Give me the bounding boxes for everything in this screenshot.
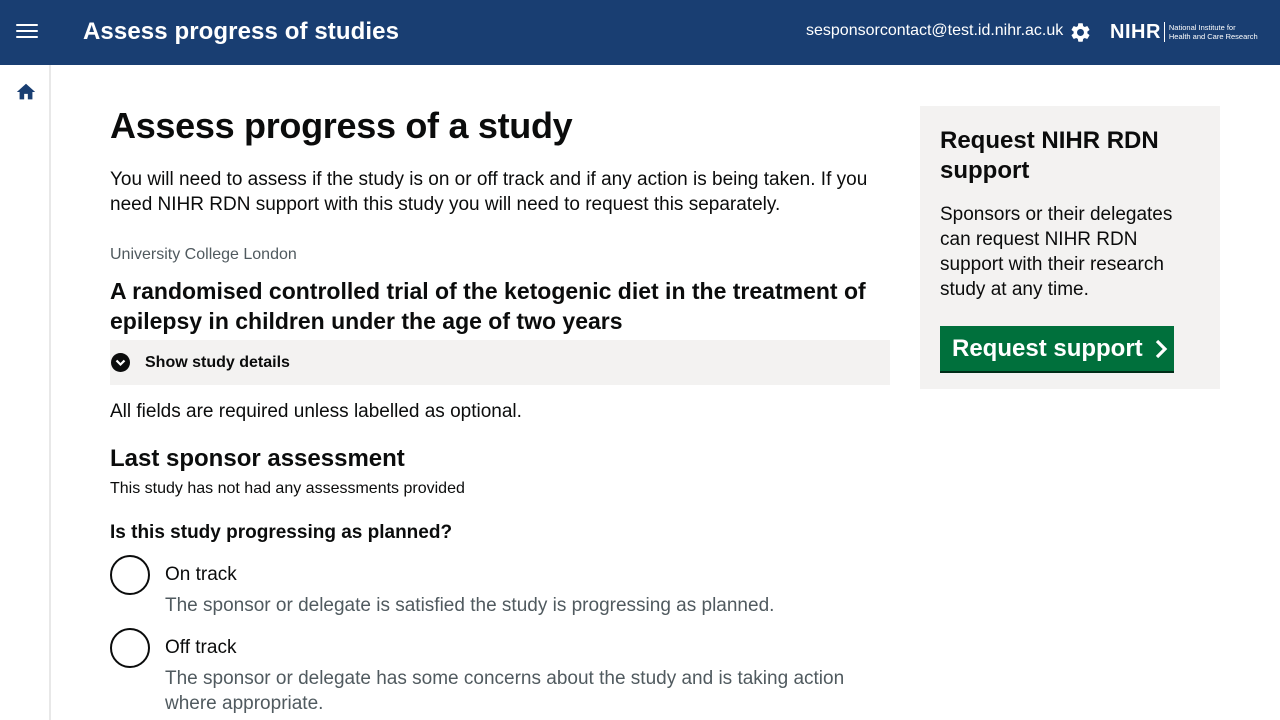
request-support-button[interactable]: Request support — [940, 326, 1174, 371]
off-track-hint: The sponsor or delegate has some concern… — [165, 668, 845, 714]
request-support-text: Sponsors or their delegates can request … — [940, 204, 1173, 300]
intro-text: You will need to assess if the study is … — [110, 169, 868, 215]
organisation-caption: University College London — [110, 246, 297, 263]
nihr-logo[interactable]: NIHR National Institute for Health and C… — [1110, 19, 1258, 45]
on-track-radio[interactable] — [110, 555, 150, 595]
logo-divider — [1163, 22, 1165, 42]
page-title: Assess progress of a study — [110, 105, 573, 146]
last-assessment-heading: Last sponsor assessment — [110, 445, 405, 472]
side-nav — [0, 65, 51, 720]
menu-icon[interactable] — [16, 24, 38, 42]
off-track-radio[interactable] — [110, 628, 150, 668]
required-fields-note: All fields are required unless labelled … — [110, 401, 522, 422]
request-support-panel: Request NIHR RDN support Sponsors or the… — [920, 106, 1220, 389]
chevron-right-icon — [1155, 339, 1167, 358]
logo-subtitle-line1: National Institute for — [1168, 23, 1236, 32]
off-track-label[interactable]: Off track — [165, 637, 236, 659]
app-header: Assess progress of studies sesponsorcont… — [0, 0, 1280, 65]
user-email: sesponsorcontact@test.id.nihr.ac.uk — [806, 22, 1064, 39]
home-icon[interactable] — [15, 81, 37, 103]
progress-question: Is this study progressing as planned? — [110, 522, 453, 543]
logo-subtitle-line2: Health and Care Research — [1168, 32, 1258, 41]
gear-icon[interactable] — [1069, 21, 1092, 44]
logo-subtitle: National Institute for Health and Care R… — [1169, 23, 1258, 41]
show-study-details-toggle[interactable]: Show study details — [110, 340, 890, 385]
details-toggle-label: Show study details — [145, 353, 290, 371]
chevron-down-icon — [111, 353, 130, 372]
request-support-heading: Request NIHR RDN support — [940, 127, 1159, 184]
last-assessment-text: This study has not had any assessments p… — [110, 480, 465, 497]
study-title: A randomised controlled trial of the ket… — [110, 278, 866, 334]
request-support-button-label: Request support — [952, 334, 1143, 362]
logo-text: NIHR — [1110, 20, 1161, 43]
on-track-hint: The sponsor or delegate is satisfied the… — [165, 595, 775, 616]
app-title[interactable]: Assess progress of studies — [83, 18, 399, 46]
on-track-label[interactable]: On track — [165, 564, 237, 586]
